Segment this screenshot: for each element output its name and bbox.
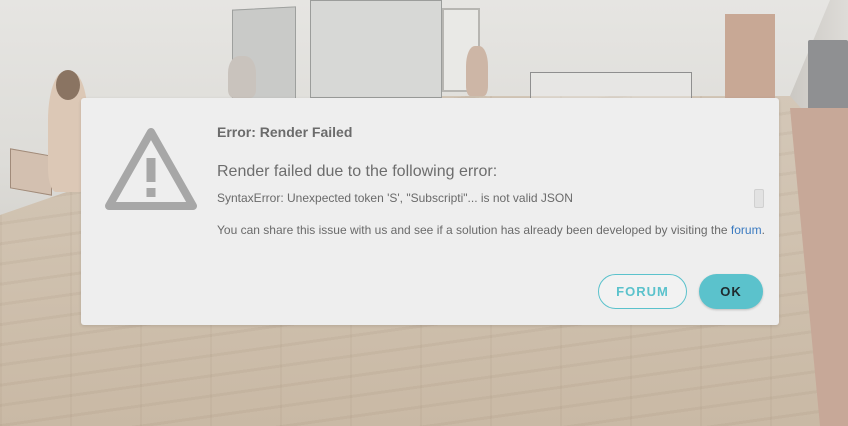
forum-button[interactable]: FORUM — [598, 274, 687, 309]
dialog-title: Error: Render Failed — [217, 124, 353, 140]
share-text-suffix: . — [761, 223, 765, 237]
share-text-prefix: You can share this issue with us and see… — [217, 223, 731, 237]
wooden-door — [725, 14, 775, 100]
person-figure — [228, 56, 256, 98]
kitchen-counter-wireframe — [530, 72, 692, 100]
warning-icon — [105, 128, 197, 210]
error-message: SyntaxError: Unexpected token 'S', "Subs… — [217, 191, 573, 205]
error-heading: Render failed due to the following error… — [217, 163, 498, 180]
tall-cabinet — [310, 0, 442, 98]
person-figure — [466, 46, 488, 96]
side-table — [10, 148, 52, 196]
share-text: You can share this issue with us and see… — [217, 223, 765, 237]
ok-button[interactable]: OK — [699, 274, 763, 309]
person-head — [56, 70, 80, 100]
error-dialog: Error: Render Failed Render failed due t… — [81, 98, 779, 325]
error-scrollbar[interactable] — [754, 189, 764, 208]
forum-link[interactable]: forum — [731, 223, 762, 237]
